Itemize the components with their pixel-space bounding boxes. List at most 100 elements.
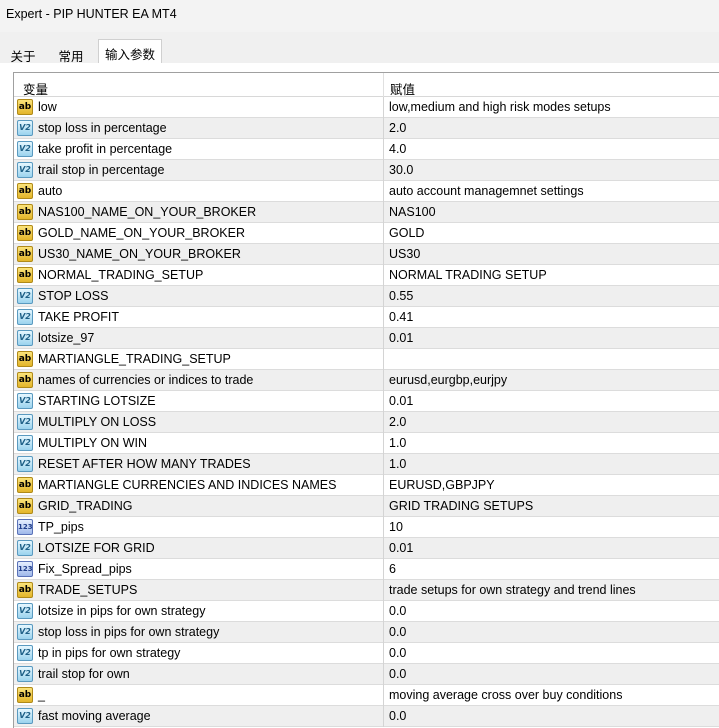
variable-name: take profit in percentage bbox=[38, 142, 173, 156]
double-type-icon: V2 bbox=[17, 141, 33, 157]
variable-value[interactable]: 0.0 bbox=[389, 667, 406, 681]
variable-name: _ bbox=[38, 688, 45, 702]
table-row[interactable]: V2 TAKE PROFIT 0.41 bbox=[14, 307, 719, 328]
table-row[interactable]: V2 stop loss in pips for own strategy 0.0 bbox=[14, 622, 719, 643]
column-header-variable[interactable]: 变量 bbox=[23, 79, 48, 98]
variable-value[interactable]: 0.55 bbox=[389, 289, 413, 303]
variable-value[interactable]: 1.0 bbox=[389, 436, 406, 450]
cell-divider bbox=[383, 202, 384, 223]
table-row[interactable]: 123 Fix_Spread_pips 6 bbox=[14, 559, 719, 580]
cell-divider bbox=[383, 181, 384, 202]
variable-value[interactable]: auto account managemnet settings bbox=[389, 184, 584, 198]
table-row[interactable]: V2 STARTING LOTSIZE 0.01 bbox=[14, 391, 719, 412]
variable-value[interactable]: GRID TRADING SETUPS bbox=[389, 499, 533, 513]
table-row[interactable]: ab NORMAL_TRADING_SETUP NORMAL TRADING SET… bbox=[14, 265, 719, 286]
table-row[interactable]: 123 TP_pips 10 bbox=[14, 517, 719, 538]
table-row[interactable]: ab NAS100_NAME_ON_YOUR_BROKER NAS100 bbox=[14, 202, 719, 223]
table-row[interactable]: ab MARTIANGLE_TRADING_SETUP bbox=[14, 349, 719, 370]
variable-value[interactable]: moving average cross over buy conditions bbox=[389, 688, 622, 702]
variable-value[interactable]: eurusd,eurgbp,eurjpy bbox=[389, 373, 507, 387]
variable-name: lotsize in pips for own strategy bbox=[38, 604, 206, 618]
table-row[interactable]: ab auto auto account managemnet settings bbox=[14, 181, 719, 202]
string-type-icon: ab bbox=[17, 351, 33, 367]
table-row[interactable]: V2 MULTIPLY ON LOSS 2.0 bbox=[14, 412, 719, 433]
table-row[interactable]: V2 LOTSIZE FOR GRID 0.01 bbox=[14, 538, 719, 559]
table-row[interactable]: ab low low,medium and high risk modes setu… bbox=[14, 97, 719, 118]
cell-divider bbox=[383, 475, 384, 496]
variable-value[interactable]: 0.0 bbox=[389, 604, 406, 618]
variable-value[interactable]: 0.0 bbox=[389, 709, 406, 723]
string-type-icon: ab bbox=[17, 582, 33, 598]
column-divider[interactable] bbox=[383, 73, 384, 97]
cell-divider bbox=[383, 580, 384, 601]
variable-value[interactable]: 30.0 bbox=[389, 163, 413, 177]
double-type-icon: V2 bbox=[17, 666, 33, 682]
variable-value[interactable]: 0.01 bbox=[389, 541, 413, 555]
table-row[interactable]: ab US30_NAME_ON_YOUR_BROKER US30 bbox=[14, 244, 719, 265]
variable-name: STOP LOSS bbox=[38, 289, 109, 303]
string-type-icon: ab bbox=[17, 687, 33, 703]
variable-name: auto bbox=[38, 184, 63, 198]
table-row[interactable]: V2 fast moving average 0.0 bbox=[14, 706, 719, 727]
cell-divider bbox=[383, 244, 384, 265]
table-row[interactable]: V2 RESET AFTER HOW MANY TRADES 1.0 bbox=[14, 454, 719, 475]
cell-divider bbox=[383, 685, 384, 706]
table-row[interactable]: ab names of currencies or indices to trad… bbox=[14, 370, 719, 391]
string-type-icon: ab bbox=[17, 477, 33, 493]
variable-value[interactable]: 0.01 bbox=[389, 331, 413, 345]
tab-inputs[interactable]: 输入参数 bbox=[98, 39, 162, 65]
variable-value[interactable]: EURUSD,GBPJPY bbox=[389, 478, 495, 492]
table-row[interactable]: V2 lotsize in pips for own strategy 0.0 bbox=[14, 601, 719, 622]
variable-name: low bbox=[38, 100, 57, 114]
tab-common[interactable]: 常用 bbox=[48, 41, 94, 64]
variable-value[interactable]: 0.0 bbox=[389, 625, 406, 639]
double-type-icon: V2 bbox=[17, 435, 33, 451]
variable-value[interactable]: NAS100 bbox=[389, 205, 436, 219]
variable-value[interactable]: US30 bbox=[389, 247, 420, 261]
table-row[interactable]: V2 take profit in percentage 4.0 bbox=[14, 139, 719, 160]
table-row[interactable]: ab TRADE_SETUPS trade setups for own strat… bbox=[14, 580, 719, 601]
table-row[interactable]: ab GRID_TRADING GRID TRADING SETUPS bbox=[14, 496, 719, 517]
table-row[interactable]: V2 lotsize_97 0.01 bbox=[14, 328, 719, 349]
variable-value[interactable]: 6 bbox=[389, 562, 396, 576]
table-row[interactable]: V2 tp in pips for own strategy 0.0 bbox=[14, 643, 719, 664]
cell-divider bbox=[383, 139, 384, 160]
variable-value[interactable]: 1.0 bbox=[389, 457, 406, 471]
variable-value[interactable]: 10 bbox=[389, 520, 403, 534]
variable-name: lotsize_97 bbox=[38, 331, 95, 345]
table-row[interactable]: ab GOLD_NAME_ON_YOUR_BROKER GOLD bbox=[14, 223, 719, 244]
variable-value[interactable]: 2.0 bbox=[389, 121, 406, 135]
table-row[interactable]: ab _ moving average cross over buy conditi… bbox=[14, 685, 719, 706]
cell-divider bbox=[383, 118, 384, 139]
table-row[interactable]: V2 trail stop for own 0.0 bbox=[14, 664, 719, 685]
variable-value[interactable]: 4.0 bbox=[389, 142, 406, 156]
variable-value[interactable]: 2.0 bbox=[389, 415, 406, 429]
variable-value[interactable]: trade setups for own strategy and trend … bbox=[389, 583, 636, 597]
double-type-icon: V2 bbox=[17, 624, 33, 640]
cell-divider bbox=[383, 496, 384, 517]
variable-value[interactable]: 0.0 bbox=[389, 646, 406, 660]
column-header-value[interactable]: 赋值 bbox=[390, 79, 415, 98]
table-row[interactable]: V2 stop loss in percentage 2.0 bbox=[14, 118, 719, 139]
string-type-icon: ab bbox=[17, 204, 33, 220]
table-row[interactable]: ab MARTIANGLE CURRENCIES AND INDICES NAME… bbox=[14, 475, 719, 496]
double-type-icon: V2 bbox=[17, 645, 33, 661]
variable-name: TRADE_SETUPS bbox=[38, 583, 138, 597]
variable-value[interactable]: GOLD bbox=[389, 226, 424, 240]
double-type-icon: V2 bbox=[17, 120, 33, 136]
grid-header: 变量 赋值 bbox=[14, 73, 719, 97]
variable-name: US30_NAME_ON_YOUR_BROKER bbox=[38, 247, 241, 261]
cell-divider bbox=[383, 265, 384, 286]
variable-name: TAKE PROFIT bbox=[38, 310, 120, 324]
tab-about[interactable]: 关于 bbox=[2, 41, 44, 64]
variable-value[interactable]: low,medium and high risk modes setups bbox=[389, 100, 611, 114]
variable-value[interactable]: NORMAL TRADING SETUP bbox=[389, 268, 547, 282]
cell-divider bbox=[383, 307, 384, 328]
variable-value[interactable]: 0.01 bbox=[389, 394, 413, 408]
variable-value[interactable]: 0.41 bbox=[389, 310, 413, 324]
variable-name: RESET AFTER HOW MANY TRADES bbox=[38, 457, 251, 471]
variable-name: NORMAL_TRADING_SETUP bbox=[38, 268, 204, 282]
table-row[interactable]: V2 STOP LOSS 0.55 bbox=[14, 286, 719, 307]
table-row[interactable]: V2 trail stop in percentage 30.0 bbox=[14, 160, 719, 181]
table-row[interactable]: V2 MULTIPLY ON WIN 1.0 bbox=[14, 433, 719, 454]
